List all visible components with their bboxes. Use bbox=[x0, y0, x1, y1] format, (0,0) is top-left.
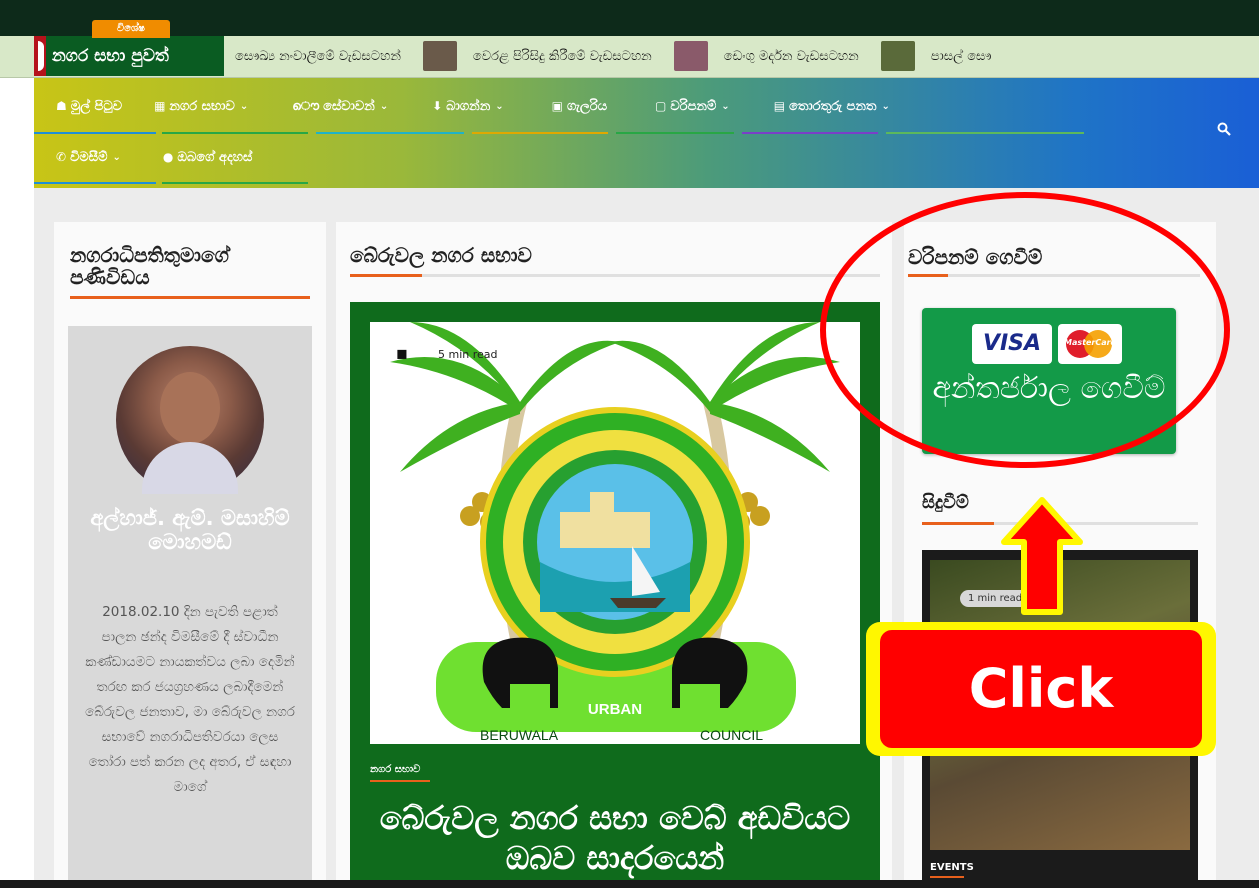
mayor-profile-card: අල්හාජ්. ඇම්. මසාහිම් මොහමඩ් 2018.02.10 … bbox=[68, 326, 312, 888]
home-icon: ☗ bbox=[56, 99, 67, 113]
nav-item-gallery[interactable]: ▣ ගැලරිය bbox=[518, 78, 621, 134]
building-icon: ▦ bbox=[154, 99, 166, 113]
ticker-thumbnail bbox=[422, 41, 457, 71]
highlight-circle bbox=[820, 192, 1230, 468]
post-category[interactable]: නගර සභාව bbox=[370, 764, 420, 775]
phone-icon: ✆ bbox=[56, 150, 67, 164]
nav-item-services[interactable]: ൌ සේවාවන් ⌄ bbox=[262, 78, 402, 134]
mayor-name: අල්හාජ්. ඇම්. මසාහිම් මොහමඩ් bbox=[90, 506, 290, 554]
nav-underline bbox=[34, 182, 156, 184]
nav-item-feedback[interactable]: ● ඔබගේ අදහස් bbox=[135, 132, 266, 182]
council-section-title: බේරුවල නගර සභාව bbox=[350, 243, 532, 267]
section-divider bbox=[350, 274, 880, 277]
nav-label: වරිපනම් bbox=[670, 98, 717, 114]
featured-post[interactable]: URBAN BERUWALA COUNCIL ◼ 5 min read නගර … bbox=[350, 302, 880, 888]
book-icon: ▤ bbox=[773, 99, 786, 113]
download-icon: ⬇ bbox=[432, 99, 443, 113]
section-divider bbox=[70, 296, 310, 299]
money-icon: ▢ bbox=[655, 99, 667, 113]
ticker-item[interactable]: ඩෙංගු මර්දන වැඩසටහන bbox=[673, 41, 859, 71]
nav-item-inquiries[interactable]: ✆ විමසීම් ⌄ bbox=[34, 132, 135, 182]
chevron-down-icon: ⌄ bbox=[721, 100, 730, 112]
bottom-bar bbox=[0, 880, 1259, 888]
nav-underline bbox=[886, 132, 1084, 134]
ticker-item-label: ඩෙංගු මර්දන වැඩසටහන bbox=[723, 48, 859, 64]
special-badge: විශේෂ bbox=[92, 20, 170, 38]
category-underline bbox=[930, 876, 964, 878]
camera-icon: ◼ bbox=[396, 346, 408, 362]
council-logo-image: URBAN BERUWALA COUNCIL ◼ 5 min read bbox=[370, 322, 860, 744]
council-column: බේරුවල නගර සභාව URBAN BERUWALA COUNCIL ◼… bbox=[336, 222, 892, 888]
nav-underline bbox=[742, 132, 878, 134]
ticker-item-label: සෞඛ්‍ය නංවාලීමේ වැඩසටහන් bbox=[235, 48, 401, 64]
chevron-down-icon: ⌄ bbox=[495, 100, 504, 112]
mayor-bio: 2018.02.10 දින පැවති පළාත් පාලන ඡන්ද විම… bbox=[85, 604, 295, 795]
comment-icon: ● bbox=[162, 150, 174, 164]
ticker-accent-icon bbox=[34, 36, 46, 76]
svg-text:BERUWALA: BERUWALA bbox=[480, 727, 559, 743]
gallery-icon: ▣ bbox=[551, 99, 563, 113]
nav-underline bbox=[472, 132, 608, 134]
post-headline[interactable]: බේරුවල නගර සභා වෙබ් අඩවියට ඔබව සාදරයෙන් bbox=[370, 798, 860, 878]
council-emblem: URBAN BERUWALA COUNCIL bbox=[390, 322, 840, 743]
click-label: Click bbox=[880, 630, 1202, 748]
chevron-down-icon: ⌄ bbox=[881, 100, 890, 112]
mayor-avatar bbox=[116, 346, 264, 494]
click-annotation: Click bbox=[866, 622, 1216, 756]
nav-label: සේවාවන් bbox=[323, 98, 375, 114]
top-bar bbox=[0, 0, 1259, 36]
events-section-title: සිදුවීම් bbox=[922, 492, 969, 513]
main-nav: ☗ මුල් පිටුව ▦ නගර සභාව ⌄ ൌ සේවාවන් ⌄ ⬇ … bbox=[34, 78, 1259, 188]
mayor-message-column: නගරාධිපතිතුමාගේ පණිවිඩය අල්හාජ්. ඇම්. මස… bbox=[54, 222, 326, 888]
ticker-title-text: නගර සභා පුවත් bbox=[52, 46, 169, 66]
events-category[interactable]: EVENTS bbox=[930, 862, 974, 873]
nav-item-assessment[interactable]: ▢ වරිපනම් ⌄ bbox=[621, 78, 744, 134]
services-icon: ൌ bbox=[292, 98, 320, 113]
ticker-title[interactable]: නගර සභා පුවත් bbox=[34, 36, 224, 76]
news-ticker: නගර සභා පුවත් සෞඛ්‍ය නංවාලීමේ වැඩසටහන් ව… bbox=[0, 36, 1259, 78]
nav-item-council[interactable]: ▦ නගර සභාව ⌄ bbox=[136, 78, 262, 134]
mayor-section-title: නගරාධිපතිතුමාගේ පණිවිඩය bbox=[70, 243, 229, 289]
ticker-thumbnail bbox=[880, 41, 915, 71]
chevron-down-icon: ⌄ bbox=[239, 100, 249, 112]
ticker-item[interactable]: සෞඛ්‍ය නංවාලීමේ වැඩසටහන් bbox=[235, 49, 401, 64]
nav-row-2: ✆ විමසීම් ⌄ ● ඔබගේ අදහස් bbox=[34, 132, 266, 182]
nav-item-info-act[interactable]: ▤ තොරතුරු පනත ⌄ bbox=[744, 78, 904, 134]
nav-item-downloads[interactable]: ⬇ බාගන්න ⌄ bbox=[402, 78, 517, 134]
ticker-items: සෞඛ්‍ය නංවාලීමේ වැඩසටහන් වෙරළ පිරිසිදු ක… bbox=[235, 36, 1013, 76]
ticker-item-label: පාසල් සෞ bbox=[930, 48, 992, 64]
ticker-item[interactable]: පාසල් සෞ bbox=[880, 41, 992, 71]
nav-underline bbox=[616, 132, 734, 134]
nav-row-1: ☗ මුල් පිටුව ▦ නගර සභාව ⌄ ൌ සේවාවන් ⌄ ⬇ … bbox=[34, 78, 904, 134]
svg-text:COUNCIL: COUNCIL bbox=[700, 727, 763, 743]
category-underline bbox=[370, 780, 430, 782]
ticker-item-label: වෙරළ පිරිසිදු කිරීමේ වැඩසටහන bbox=[472, 48, 652, 64]
search-icon[interactable] bbox=[1217, 122, 1231, 140]
nav-underline bbox=[316, 132, 464, 134]
ticker-item[interactable]: වෙරළ පිරිසිදු කිරීමේ වැඩසටහන bbox=[422, 41, 652, 71]
nav-label: නගර සභාව bbox=[169, 98, 235, 114]
read-time: 5 min read bbox=[438, 348, 498, 361]
nav-label: මුල් පිටුව bbox=[70, 98, 123, 114]
nav-item-home[interactable]: ☗ මුල් පිටුව bbox=[34, 78, 136, 134]
svg-text:URBAN: URBAN bbox=[588, 701, 642, 718]
nav-label: තොරතුරු පනත bbox=[789, 98, 877, 114]
nav-underline bbox=[162, 182, 308, 184]
nav-label: බාගන්න bbox=[446, 98, 491, 114]
chevron-down-icon: ⌄ bbox=[112, 151, 121, 163]
chevron-down-icon: ⌄ bbox=[379, 100, 389, 112]
nav-label: විමසීම් bbox=[70, 149, 108, 165]
up-arrow-icon bbox=[1001, 497, 1083, 615]
nav-label: ගැලරිය bbox=[567, 98, 608, 114]
ticker-thumbnail bbox=[673, 41, 708, 71]
nav-label: ඔබගේ අදහස් bbox=[177, 149, 253, 165]
